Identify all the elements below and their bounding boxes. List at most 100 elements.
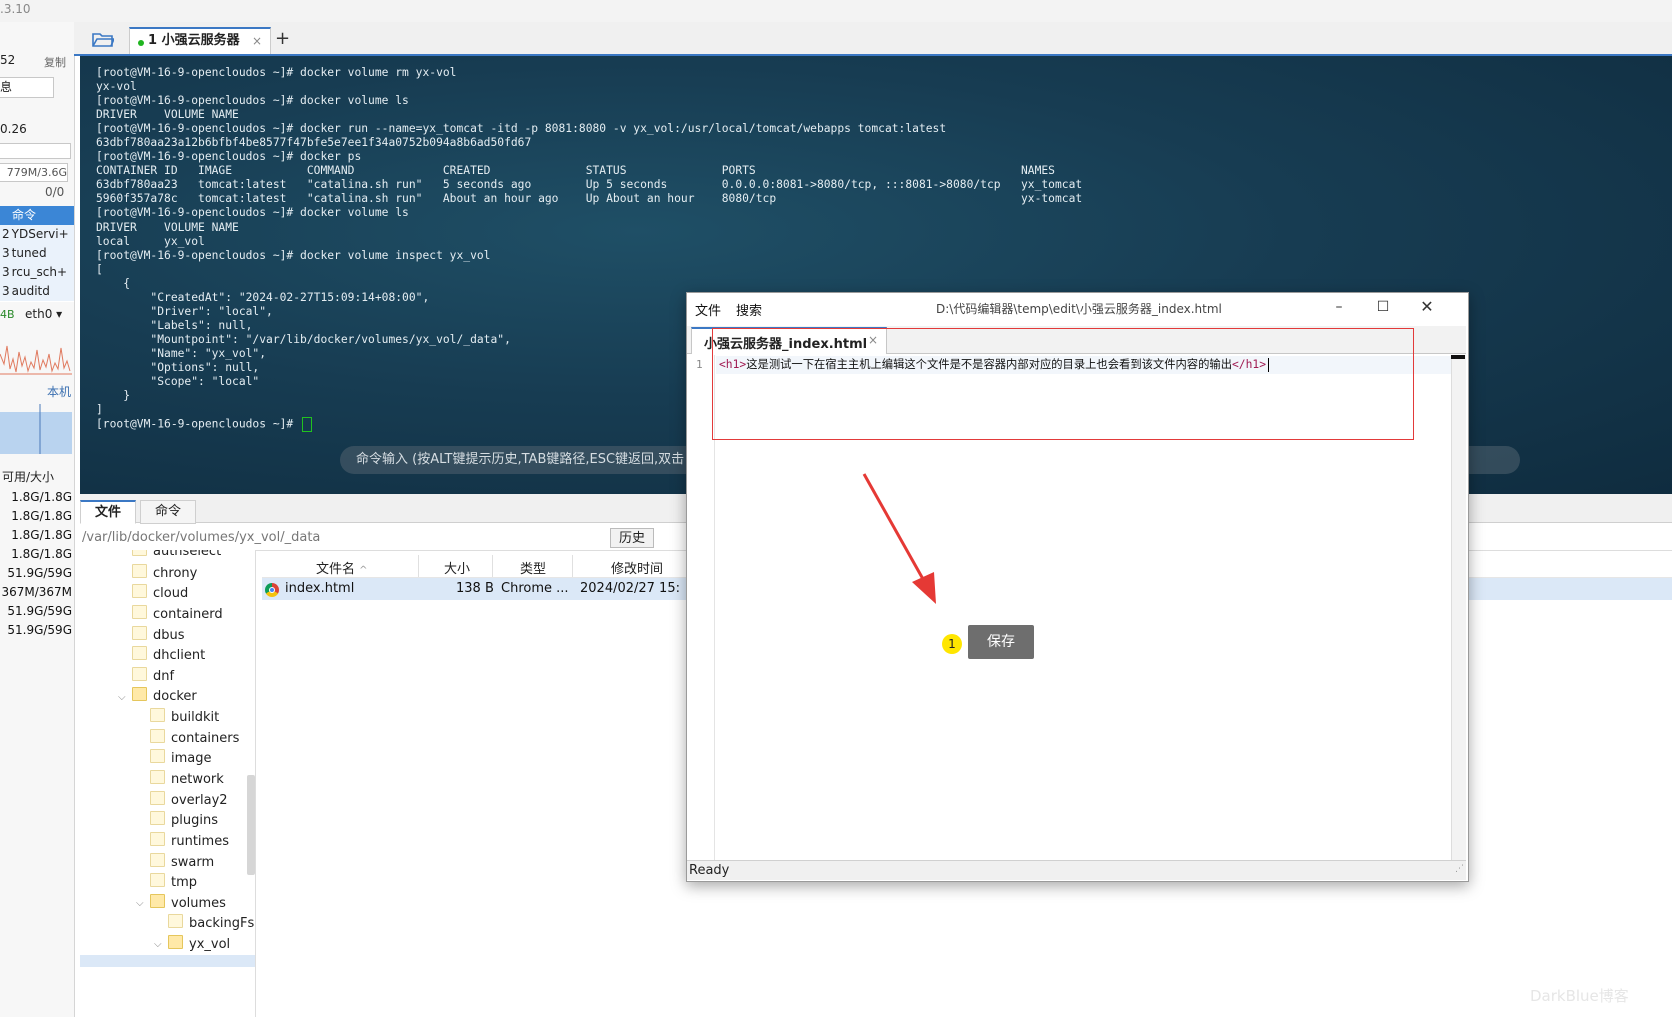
column-size[interactable]: 大小: [444, 558, 470, 577]
line-number: 1: [696, 358, 703, 371]
tree-item[interactable]: dhclient: [132, 646, 205, 666]
column-divider[interactable]: [492, 555, 493, 577]
tree-item[interactable]: image: [150, 749, 212, 769]
folder-icon: [132, 626, 147, 640]
tree-item[interactable]: volumes: [150, 894, 226, 914]
tree-item[interactable]: authselect: [132, 550, 221, 562]
tree-item[interactable]: overlay2: [150, 791, 228, 811]
editor-status-bar: Ready ⋰: [687, 860, 1466, 880]
tab-files[interactable]: 文件: [80, 500, 136, 524]
add-tab-button[interactable]: +: [275, 28, 290, 49]
chevron-down-icon[interactable]: ⌵: [154, 939, 162, 950]
terminal-line: "Labels": null,: [96, 318, 253, 332]
disk-row: 51.9G/59G: [7, 604, 72, 618]
terminal-line: 63dbf780aa23a12b6bfbf4be8577f47bfe5e7ee1…: [96, 136, 532, 150]
folder-icon: [132, 667, 147, 681]
folder-icon: [150, 832, 165, 846]
disk-row: 51.9G/59G: [7, 623, 72, 637]
history-button[interactable]: 历史: [610, 528, 654, 548]
process-header[interactable]: 命令: [0, 206, 74, 226]
scrollbar-thumb[interactable]: [1451, 355, 1465, 359]
terminal-line: local yx_vol: [96, 234, 205, 248]
process-header-label: 命令: [12, 208, 37, 222]
process-row[interactable]: 3 rcu_sch+: [0, 263, 74, 283]
title-bar: [0, 0, 1672, 23]
tree-item[interactable]: containers: [150, 729, 239, 749]
menu-search[interactable]: 搜索: [736, 300, 762, 319]
disk-row: 367M/367M: [1, 585, 72, 599]
net-interface-select[interactable]: eth0 ▾: [25, 307, 62, 321]
memory-usage: 779M/3.6G: [0, 163, 68, 182]
tree-scrollbar[interactable]: [247, 775, 255, 875]
tab-label: 1 小强云服务器: [148, 33, 240, 48]
resize-grip-icon[interactable]: ⋰: [1455, 860, 1464, 879]
maximize-button[interactable]: ☐: [1368, 296, 1398, 318]
tree-item[interactable]: containerd: [132, 605, 223, 625]
editor-file-path: D:\代码编辑器\temp\edit\小强云服务器_index.html: [936, 302, 1222, 316]
folder-icon: [150, 873, 165, 887]
column-name[interactable]: 文件名 ^: [316, 558, 368, 577]
app-version: .3.10: [0, 2, 31, 16]
process-row[interactable]: 2 YDServi+: [0, 225, 74, 245]
watermark: DarkBlue博客: [1530, 987, 1629, 1005]
file-name: index.html: [285, 581, 355, 596]
terminal-line: [root@VM-16-9-opencloudos ~]# docker vol…: [96, 248, 491, 262]
terminal-line: [root@VM-16-9-opencloudos ~]# docker vol…: [96, 94, 409, 108]
tree-item[interactable]: backingFs: [168, 914, 254, 934]
network-graph: [0, 345, 72, 375]
terminal-line: ]: [96, 403, 103, 417]
terminal-line: [root@VM-16-9-opencloudos ~]# docker ps: [96, 150, 362, 164]
chevron-down-icon[interactable]: ⌵: [118, 692, 126, 703]
folder-icon: [132, 564, 147, 578]
folder-open-icon: [150, 894, 165, 908]
close-window-button[interactable]: ✕: [1412, 296, 1442, 318]
path-input[interactable]: /var/lib/docker/volumes/yx_vol/_data: [82, 528, 612, 548]
save-tooltip: 保存: [968, 625, 1034, 659]
editor-scrollbar[interactable]: [1451, 355, 1466, 860]
tree-item[interactable]: cloud: [132, 584, 188, 604]
terminal-line: "CreatedAt": "2024-02-27T15:09:14+08:00"…: [96, 290, 430, 304]
tree-item[interactable]: chrony: [132, 564, 197, 584]
tree-item[interactable]: dbus: [132, 626, 185, 646]
tree-item[interactable]: runtimes: [150, 832, 229, 852]
disk-header: 可用/大小: [2, 470, 55, 484]
tree-item[interactable]: network: [150, 770, 224, 790]
folder-icon: [150, 811, 165, 825]
chevron-down-icon[interactable]: ⌵: [136, 898, 144, 909]
disk-io-graph: [0, 404, 72, 454]
close-icon[interactable]: ×: [252, 29, 262, 53]
copy-button[interactable]: 复制: [44, 54, 66, 70]
disk-row: 1.8G/1.8G: [11, 528, 72, 542]
column-divider[interactable]: [572, 555, 573, 577]
tab-commands[interactable]: 命令: [140, 500, 196, 524]
tree-item[interactable]: docker: [132, 687, 197, 707]
panel-divider[interactable]: [255, 550, 256, 1017]
process-row[interactable]: 3 tuned: [0, 244, 74, 264]
menu-file[interactable]: 文件: [695, 300, 721, 319]
info-box[interactable]: 息: [0, 77, 54, 98]
tree-item[interactable]: plugins: [150, 811, 218, 831]
folder-open-icon: [168, 935, 183, 949]
process-row[interactable]: 3 auditd: [0, 282, 74, 302]
terminal-line: "Driver": "local",: [96, 304, 273, 318]
terminal-line: "Options": null,: [96, 360, 260, 374]
folder-open-icon[interactable]: [92, 31, 114, 47]
minimize-button[interactable]: –: [1324, 296, 1354, 318]
net-rate: 4B: [0, 308, 15, 321]
tab-server-session[interactable]: 1 小强云服务器 ×: [129, 27, 271, 54]
tree-item[interactable]: buildkit: [150, 708, 219, 728]
system-monitor-sidebar: 52 复制 息 0.26 779M/3.6G 0/0 命令 2 YDServi+ …: [0, 22, 75, 1017]
terminal-prompt: [root@VM-16-9-opencloudos ~]#: [96, 417, 301, 431]
tree-item[interactable]: swarm: [150, 853, 214, 873]
file-mtime: 2024/02/27 15:: [580, 581, 680, 596]
disk-row: 1.8G/1.8G: [11, 547, 72, 561]
tree-selected-item[interactable]: [80, 955, 255, 967]
column-mtime[interactable]: 修改时间: [611, 558, 663, 577]
folder-icon: [168, 914, 183, 928]
chevron-down-icon: ▾: [56, 307, 63, 321]
tree-item[interactable]: tmp: [150, 873, 197, 893]
column-divider[interactable]: [418, 555, 419, 577]
column-type[interactable]: 类型: [520, 558, 546, 577]
tree-item[interactable]: dnf: [132, 667, 174, 687]
tree-item[interactable]: yx_vol: [168, 935, 230, 955]
